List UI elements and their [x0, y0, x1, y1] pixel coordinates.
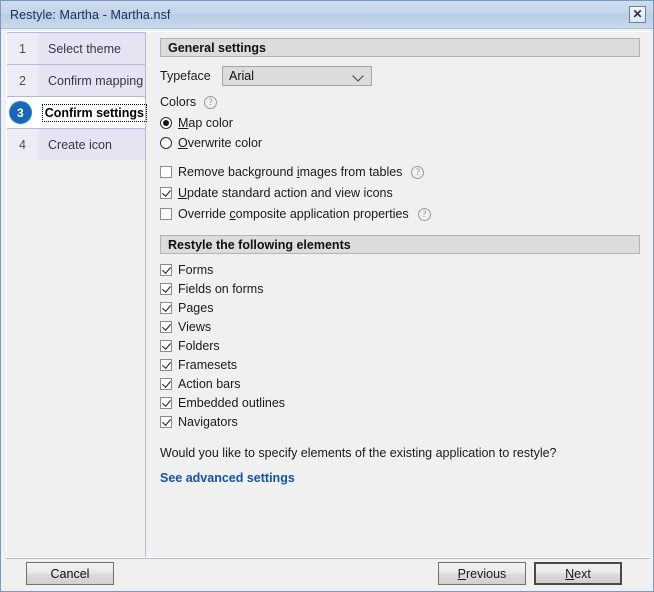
element-option-label: Framesets	[178, 358, 238, 372]
general-option-label: Override composite application propertie…	[178, 207, 409, 221]
checkbox-icon[interactable]	[160, 397, 172, 409]
sidebar-step-2[interactable]: 2 Confirm mapping	[7, 64, 145, 96]
chevron-down-icon	[354, 71, 364, 81]
general-options-group: Remove background images from tables? Upd…	[160, 165, 640, 221]
element-option-label: Fields on forms	[178, 282, 264, 296]
step-number-4: 4	[7, 129, 38, 160]
element-option-row[interactable]: Framesets	[160, 358, 640, 372]
next-button-label: Next	[565, 566, 591, 581]
checkbox-icon[interactable]	[160, 166, 172, 178]
checkbox-icon[interactable]	[160, 378, 172, 390]
step-label-text: Confirm settings	[41, 103, 148, 122]
typeface-selected-value: Arial	[229, 69, 255, 83]
element-option-row[interactable]: Embedded outlines	[160, 396, 640, 410]
restyle-elements-group: Forms Fields on forms Pages Views Folders Fra…	[160, 263, 640, 429]
element-option-label: Views	[178, 320, 212, 334]
step-label-1: Select theme	[48, 41, 121, 56]
colors-label: Colors	[160, 95, 197, 109]
next-button[interactable]: Next	[534, 562, 622, 585]
element-option-label: Forms	[178, 263, 214, 277]
element-option-row[interactable]: Navigators	[160, 415, 640, 429]
typeface-label: Typeface	[160, 69, 211, 83]
element-option-label: Folders	[178, 339, 220, 353]
step-label-2: Confirm mapping	[48, 73, 144, 88]
sidebar-step-4[interactable]: 4 Create icon	[7, 128, 145, 160]
cancel-button[interactable]: Cancel	[26, 562, 114, 585]
element-option-label: Pages	[178, 301, 214, 315]
checkbox-icon[interactable]	[160, 283, 172, 295]
dialog-body: 1 Select theme 2 Confirm mapping 3 Confirm se…	[6, 31, 650, 558]
restyle-elements-header: Restyle the following elements	[160, 235, 640, 254]
colors-row: Colors ?	[160, 95, 640, 109]
element-option-row[interactable]: Fields on forms	[160, 282, 640, 296]
radio-icon[interactable]	[160, 137, 172, 149]
previous-button[interactable]: Previous	[438, 562, 526, 585]
step-label-4: Create icon	[48, 137, 112, 152]
general-option-row[interactable]: Remove background images from tables?	[160, 165, 640, 179]
wizard-steps-sidebar: 1 Select theme 2 Confirm mapping 3 Confirm se…	[7, 32, 148, 557]
sidebar-step-3[interactable]: 3 Confirm settings	[7, 96, 148, 128]
radio-icon[interactable]	[160, 117, 172, 129]
radio-label: Map color	[178, 116, 233, 130]
color-radio-option[interactable]: Map color	[160, 116, 640, 130]
general-option-label: Remove background images from tables	[178, 165, 403, 179]
step-number-3: 3	[7, 97, 34, 128]
restyle-dialog: Restyle: Martha - Martha.nsf ✕ 1 Select t…	[0, 0, 654, 592]
checkbox-icon[interactable]	[160, 340, 172, 352]
general-option-row[interactable]: Override composite application propertie…	[160, 207, 640, 221]
element-option-label: Embedded outlines	[178, 396, 286, 410]
advanced-question: Would you like to specify elements of th…	[160, 446, 557, 460]
title-bar: Restyle: Martha - Martha.nsf ✕	[1, 1, 653, 29]
element-option-row[interactable]: Action bars	[160, 377, 640, 391]
checkbox-icon[interactable]	[160, 416, 172, 428]
step-number-2: 2	[7, 65, 38, 96]
window-title: Restyle: Martha - Martha.nsf	[10, 7, 171, 22]
sidebar-step-1[interactable]: 1 Select theme	[7, 32, 145, 64]
colors-help-icon[interactable]: ?	[204, 95, 217, 109]
element-option-label: Action bars	[178, 377, 241, 391]
checkbox-icon[interactable]	[160, 302, 172, 314]
checkbox-icon[interactable]	[160, 187, 172, 199]
radio-label: Overwrite color	[178, 136, 263, 150]
checkbox-icon[interactable]	[160, 208, 172, 220]
general-option-row[interactable]: Update standard action and view icons	[160, 186, 640, 200]
element-option-row[interactable]: Views	[160, 320, 640, 334]
element-option-row[interactable]: Forms	[160, 263, 640, 277]
element-option-row[interactable]: Pages	[160, 301, 640, 315]
step-label-3: Confirm settings	[33, 97, 148, 128]
typeface-select[interactable]: Arial	[222, 66, 372, 86]
element-option-label: Navigators	[178, 415, 238, 429]
checkbox-icon[interactable]	[160, 264, 172, 276]
general-settings-header: General settings	[160, 38, 640, 57]
typeface-row: Typeface Arial	[160, 66, 640, 86]
checkbox-icon[interactable]	[160, 359, 172, 371]
general-option-label: Update standard action and view icons	[178, 186, 393, 200]
close-icon[interactable]: ✕	[629, 6, 646, 23]
dialog-footer: Cancel Previous Next	[6, 559, 650, 587]
step-active-badge: 3	[9, 102, 31, 123]
colors-radio-group: Map color Overwrite color	[160, 116, 640, 150]
color-radio-option[interactable]: Overwrite color	[160, 136, 640, 150]
previous-button-label: Previous	[457, 566, 507, 581]
checkbox-icon[interactable]	[160, 321, 172, 333]
see-advanced-settings-link[interactable]: See advanced settings	[160, 471, 640, 485]
settings-content-panel: General settings Typeface Arial Colors ?…	[147, 32, 650, 557]
step-number-1: 1	[7, 33, 38, 64]
option-help-icon[interactable]: ?	[411, 165, 425, 179]
element-option-row[interactable]: Folders	[160, 339, 640, 353]
option-help-icon[interactable]: ?	[417, 207, 431, 221]
